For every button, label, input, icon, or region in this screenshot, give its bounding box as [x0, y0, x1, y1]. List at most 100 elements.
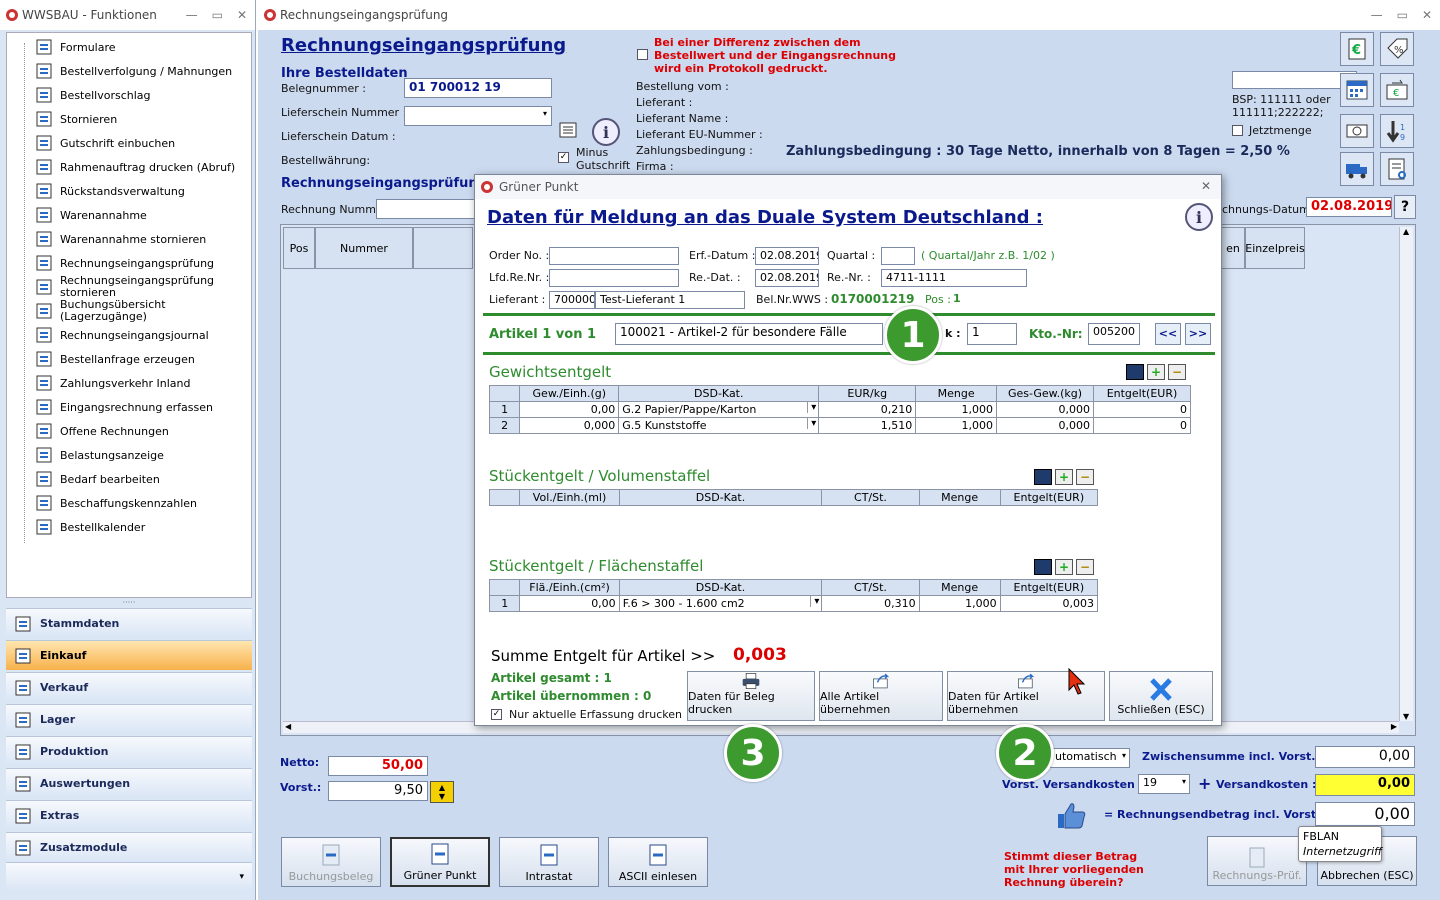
- euro-transfer-icon[interactable]: €: [1380, 73, 1414, 107]
- tree-item[interactable]: Offene Rechnungen: [33, 420, 169, 442]
- vorst-spinner[interactable]: ▲ ▼: [430, 781, 454, 803]
- column-header-pos[interactable]: Pos: [283, 227, 315, 269]
- bottom-button-3[interactable]: ASCII einlesen: [608, 837, 708, 887]
- column-header[interactable]: Gew./Einh.(g): [519, 385, 620, 402]
- delete-row-icon[interactable]: −: [1076, 469, 1094, 485]
- column-header-einzelpreis[interactable]: Einzelpreis: [1245, 227, 1305, 269]
- column-header[interactable]: Menge: [918, 579, 1001, 596]
- tree-item[interactable]: Bestellverfolgung / Mahnungen: [33, 60, 232, 82]
- rechnungs-datum-field[interactable]: 02.08.2019: [1306, 197, 1392, 217]
- scroll-down-icon[interactable]: ▼: [1403, 712, 1409, 721]
- bottom-button-0[interactable]: Buchungsbeleg: [281, 837, 381, 887]
- vertical-scrollbar[interactable]: ▲ ▼: [1399, 227, 1413, 721]
- tree-item[interactable]: Belastungsanzeige: [33, 444, 164, 466]
- column-header[interactable]: DSD-Kat.: [618, 579, 823, 596]
- help-button[interactable]: ?: [1394, 195, 1416, 219]
- tree-item[interactable]: Warenannahme: [33, 204, 147, 226]
- column-header[interactable]: [488, 579, 521, 596]
- invoice-view-icon[interactable]: [1380, 152, 1414, 186]
- table-row[interactable]: 1 0,00 G.2 Papier/Pappe/Karton ▾ 0,210 1,000 0…: [488, 401, 1192, 418]
- scroll-right-icon[interactable]: ▶: [1391, 722, 1397, 731]
- nav-produktion[interactable]: Produktion: [6, 736, 252, 766]
- tree-item[interactable]: Gutschrift einbuchen: [33, 132, 175, 154]
- save-icon[interactable]: [1034, 559, 1052, 575]
- table-cell[interactable]: 0,000: [996, 401, 1094, 418]
- table-cell[interactable]: 0,210: [818, 401, 917, 418]
- kto-field[interactable]: 005200: [1088, 323, 1140, 345]
- print-data-button[interactable]: Daten für Beleg drucken: [687, 671, 815, 721]
- netto-field[interactable]: 50,00: [328, 756, 428, 776]
- tree-item[interactable]: Beschaffungskennzahlen: [33, 492, 197, 514]
- column-header[interactable]: [488, 489, 521, 506]
- tree-item[interactable]: Rechnungseingangsprüfung stornieren: [33, 275, 214, 299]
- tree-item[interactable]: Stornieren: [33, 108, 117, 130]
- flaeche-table[interactable]: Flä./Einh.(cm²) DSD-Kat. CT/St. Menge Entgel…: [488, 579, 1099, 612]
- re-nr-field[interactable]: 4711-1111: [881, 269, 1027, 287]
- protocol-checkbox[interactable]: [637, 49, 648, 60]
- tree-item[interactable]: Rechnungseingangsjournal: [33, 324, 209, 346]
- column-header-menge[interactable]: en: [1221, 227, 1245, 269]
- rechnungsendbetrag-field[interactable]: 0,00: [1315, 802, 1415, 826]
- table-cell[interactable]: 0,000: [519, 417, 620, 434]
- dialog-info-icon[interactable]: i: [1185, 203, 1213, 231]
- table-cell[interactable]: 0,310: [821, 595, 920, 612]
- list-settings-icon[interactable]: [558, 120, 578, 140]
- chevron-down-icon[interactable]: ▾: [239, 872, 244, 882]
- arrow-up-icon[interactable]: ▲: [439, 783, 445, 792]
- rechnung-nummer-input[interactable]: [376, 199, 476, 219]
- nav-auswertungen[interactable]: Auswertungen: [6, 768, 252, 798]
- column-header[interactable]: Menge: [918, 489, 1001, 506]
- maximize-icon[interactable]: ▭: [1397, 8, 1408, 22]
- zwischensumme-field[interactable]: 0,00: [1315, 746, 1415, 768]
- chevron-down-icon[interactable]: ▾: [807, 402, 816, 413]
- close-icon[interactable]: ✕: [237, 8, 247, 22]
- maximize-icon[interactable]: ▭: [212, 8, 223, 22]
- dialog-close-icon[interactable]: ✕: [1201, 179, 1211, 193]
- column-header[interactable]: Entgelt(EUR): [999, 489, 1099, 506]
- add-row-icon[interactable]: +: [1055, 559, 1073, 575]
- column-header[interactable]: Entgelt(EUR): [999, 579, 1099, 596]
- nav-stammdaten[interactable]: Stammdaten: [6, 608, 252, 638]
- lieferant-nr-field[interactable]: 700000: [549, 291, 595, 309]
- delete-row-icon[interactable]: −: [1168, 364, 1186, 380]
- artikel-field[interactable]: 100021 - Artikel-2 für besondere Fälle: [615, 323, 883, 345]
- tree-item[interactable]: Rahmenauftrag drucken (Abruf): [33, 156, 235, 178]
- column-header[interactable]: DSD-Kat.: [618, 385, 820, 402]
- calendar-grid-icon[interactable]: [1340, 73, 1374, 107]
- delete-row-icon[interactable]: −: [1076, 559, 1094, 575]
- add-row-icon[interactable]: +: [1055, 469, 1073, 485]
- table-cell[interactable]: F.6 > 300 - 1.600 cm2 ▾: [618, 595, 823, 612]
- euro-invoice-icon[interactable]: €: [1340, 32, 1374, 66]
- minimize-icon[interactable]: —: [186, 8, 198, 22]
- bottom-button-2[interactable]: Intrastat: [499, 837, 599, 887]
- table-cell[interactable]: 0,003: [999, 595, 1099, 612]
- table-row[interactable]: 2 0,000 G.5 Kunststoffe ▾ 1,510 1,000 0,000 0: [488, 417, 1192, 434]
- bottom-button-1[interactable]: Grüner Punkt: [390, 837, 490, 887]
- tree-item[interactable]: Bestellvorschlag: [33, 84, 151, 106]
- table-cell[interactable]: 1,000: [918, 595, 1001, 612]
- tree-item[interactable]: Formulare: [33, 36, 116, 58]
- add-row-icon[interactable]: +: [1147, 364, 1165, 380]
- table-cell[interactable]: 1,000: [915, 401, 998, 418]
- column-header[interactable]: [413, 227, 473, 269]
- tree-item[interactable]: Rechnungseingangsprüfung: [33, 252, 214, 274]
- belegnummer-field[interactable]: 01 700012 19: [404, 78, 552, 98]
- alle-artikel-button[interactable]: Alle Artikel übernehmen: [819, 671, 943, 721]
- stk-field[interactable]: 1: [967, 323, 1017, 345]
- tree-item[interactable]: Warenannahme stornieren: [33, 228, 206, 250]
- column-header[interactable]: DSD-Kat.: [618, 489, 823, 506]
- column-header[interactable]: CT/St.: [821, 489, 920, 506]
- jetztmenge-checkbox[interactable]: [1232, 125, 1243, 136]
- chevron-down-icon[interactable]: ▾: [807, 418, 816, 429]
- versandkosten-vorst-select[interactable]: 19 ▾: [1138, 774, 1190, 794]
- next-artikel-button[interactable]: >>: [1185, 323, 1211, 345]
- lfd-re-nr-input[interactable]: [549, 269, 679, 287]
- erf-datum-field[interactable]: 02.08.2019: [755, 247, 819, 265]
- column-header[interactable]: Flä./Einh.(cm²): [519, 579, 620, 596]
- table-cell[interactable]: 1,000: [915, 417, 998, 434]
- column-header[interactable]: EUR/kg: [818, 385, 917, 402]
- sort-down-icon[interactable]: 19: [1380, 114, 1414, 148]
- table-cell[interactable]: 1,510: [818, 417, 917, 434]
- save-icon[interactable]: [1126, 364, 1144, 380]
- scroll-left-icon[interactable]: ◀: [285, 722, 291, 731]
